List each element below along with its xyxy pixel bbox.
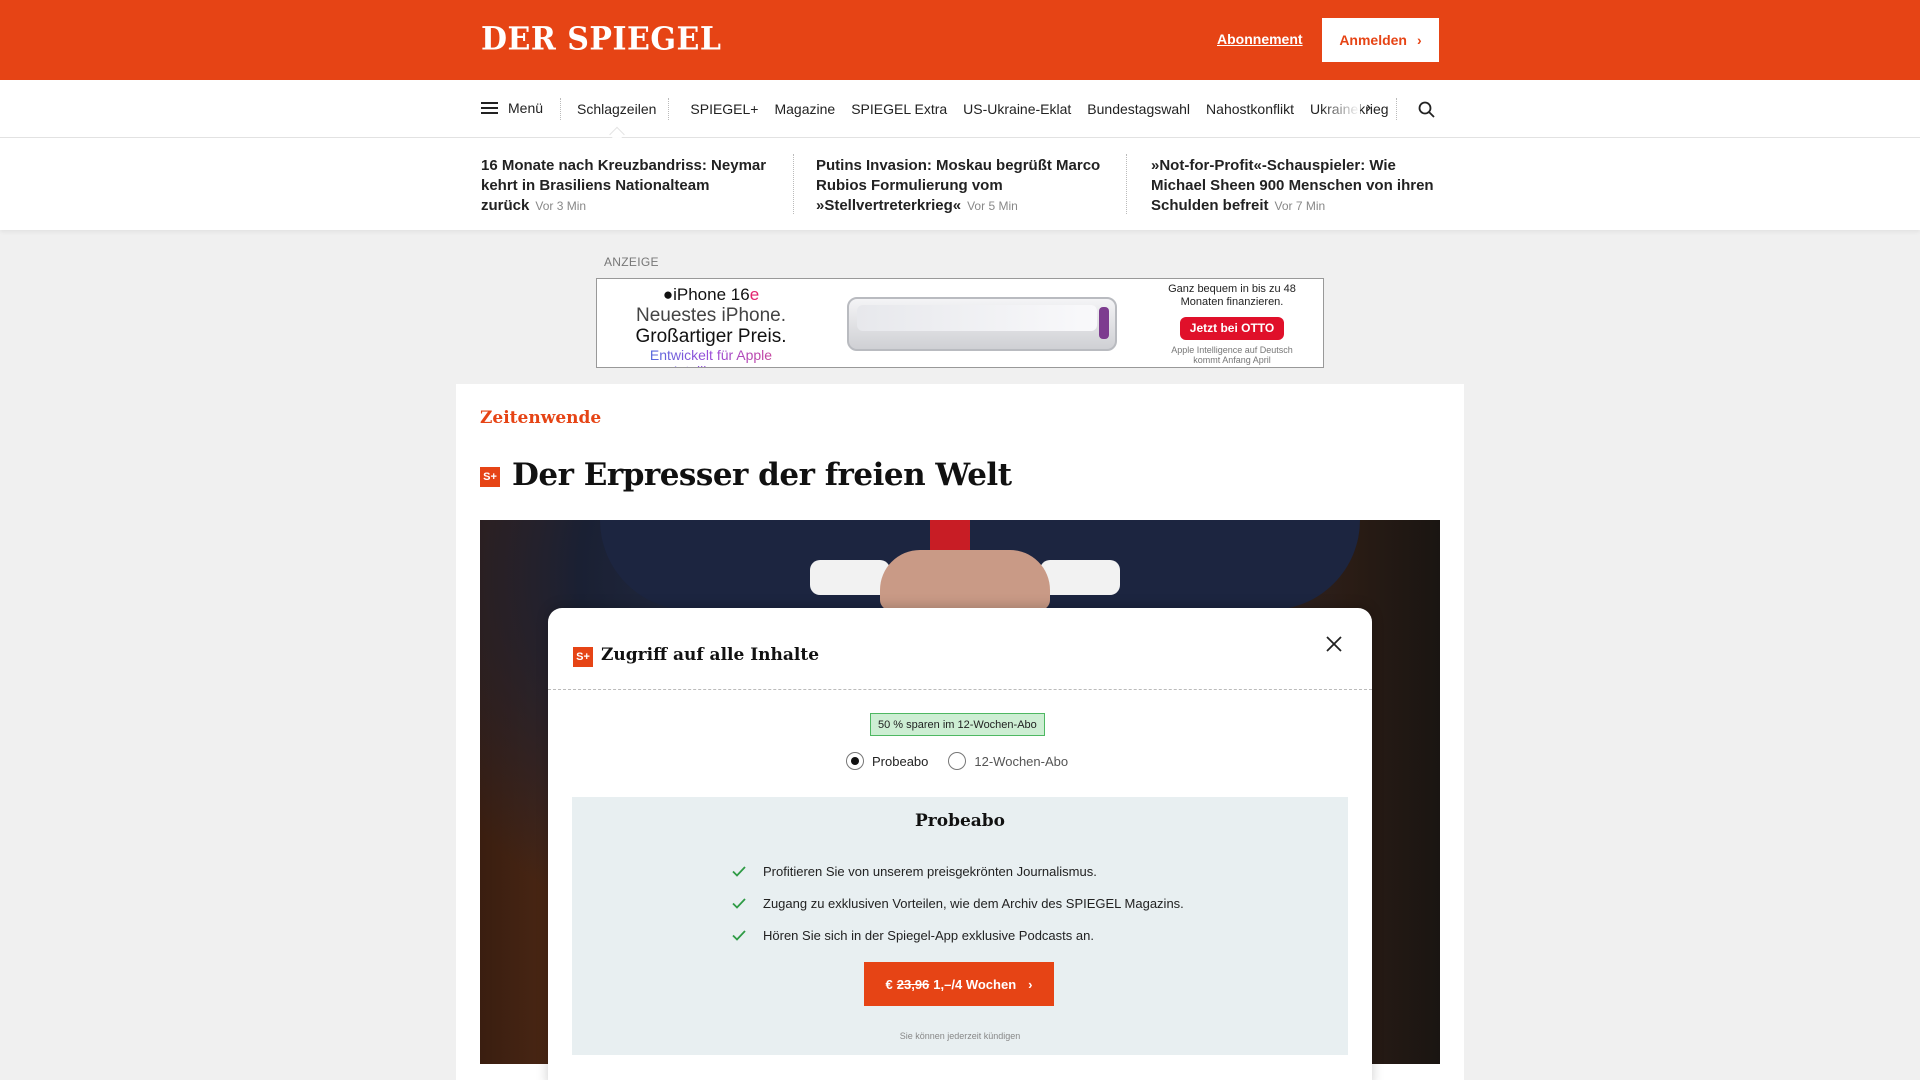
feature-text: Zugang zu exklusiven Vorteilen, wie dem … [763, 895, 1184, 911]
nav-divider [560, 98, 561, 120]
check-icon [732, 865, 746, 877]
ad-otto-button[interactable]: Jetzt bei OTTO [1179, 317, 1285, 340]
ad-banner[interactable]: ●iPhone 16e Neuestes iPhone. Großartiger… [596, 278, 1324, 368]
plan-selector: Probeabo 12-Wochen-Abo [846, 752, 1088, 770]
ad-text-block: ●iPhone 16e Neuestes iPhone. Großartiger… [611, 285, 811, 367]
search-icon[interactable] [1418, 101, 1435, 118]
spiegel-plus-icon: S+ [573, 647, 593, 667]
main-nav: Menü Schlagzeilen SPIEGEL+ Magazine SPIE… [0, 80, 1920, 138]
cancel-note: Sie können jederzeit kündigen [899, 1031, 1021, 1041]
radio-12-wochen-abo[interactable]: 12-Wochen-Abo [948, 752, 1068, 770]
nav-item-us-ukraine[interactable]: US-Ukraine-Eklat [963, 101, 1071, 117]
check-icon [732, 929, 746, 941]
savings-badge: 50 % sparen im 12-Wochen-Abo [870, 713, 1045, 736]
feature-text: Profitieren Sie von unserem preisgekrönt… [763, 863, 1097, 879]
radio-button-checked[interactable] [846, 752, 864, 770]
hamburger-icon [481, 101, 498, 115]
subscription-link[interactable]: Abonnement [1217, 31, 1303, 47]
headline-title: Putins Invasion: Moskau begrüßt Marco Ru… [816, 157, 1101, 214]
headline-time: Vor 5 Min [967, 199, 1018, 213]
modal-title: Zugriff auf alle Inhalte [601, 645, 820, 665]
check-icon [732, 897, 746, 909]
menu-label: Menü [508, 100, 544, 116]
ad-model: ●iPhone 16e [611, 285, 811, 305]
apple-logo-icon: ● [662, 285, 674, 304]
subscribe-button[interactable]: € 23,96 1,–/4 Wochen › [864, 962, 1054, 1006]
login-button-label: Anmelden [1339, 32, 1407, 48]
paywall-modal: S+ Zugriff auf alle Inhalte 50 % sparen … [548, 608, 1372, 1080]
feature-item: Zugang zu exklusiven Vorteilen, wie dem … [732, 887, 1184, 919]
nav-item-schlagzeilen[interactable]: Schlagzeilen [577, 101, 656, 117]
nav-item-spiegel-extra[interactable]: SPIEGEL Extra [851, 101, 947, 117]
cta-old-price: 23,96 [896, 976, 930, 992]
feature-item: Hören Sie sich in der Spiegel-App exklus… [732, 919, 1184, 951]
radio-label: 12-Wochen-Abo [974, 753, 1069, 769]
nav-item-spiegel-plus[interactable]: SPIEGEL+ [690, 101, 758, 117]
nav-divider [1396, 98, 1397, 120]
nav-item-nahostkonflikt[interactable]: Nahostkonflikt [1206, 101, 1294, 117]
headline-ticker: 16 Monate nach Kreuzbandriss: Neymar keh… [0, 138, 1920, 230]
headline-item[interactable]: Putins Invasion: Moskau begrüßt Marco Ru… [816, 156, 1116, 216]
radio-label: Probeabo [872, 753, 929, 769]
ad-line-1: Neuestes iPhone. [636, 305, 786, 326]
chevron-right-icon: › [1417, 32, 1422, 48]
radio-probeabo[interactable]: Probeabo [846, 752, 928, 770]
nav-item-bundestagswahl[interactable]: Bundestagswahl [1087, 101, 1190, 117]
headline-time: Vor 7 Min [1274, 199, 1326, 213]
nav-items: Schlagzeilen SPIEGEL+ Magazine SPIEGEL E… [577, 101, 1405, 117]
top-header: DER SPIEGEL Abonnement Anmelden › [0, 0, 1920, 80]
ad-phone-image [847, 297, 1117, 351]
headline-time: Vor 3 Min [535, 199, 587, 213]
feature-item: Profitieren Sie von unserem preisgekrönt… [732, 855, 1184, 887]
cta-currency: € [885, 976, 893, 992]
nav-item-magazine[interactable]: Magazine [774, 101, 835, 117]
ad-line-2: Großartiger Preis. [635, 326, 787, 347]
spiegel-logo[interactable]: DER SPIEGEL [481, 21, 721, 58]
close-icon[interactable] [1324, 634, 1344, 654]
feature-text: Hören Sie sich in der Spiegel-App exklus… [763, 927, 1094, 943]
headline-title: 16 Monate nach Kreuzbandriss: Neymar keh… [481, 157, 767, 214]
nav-fade [1320, 80, 1360, 137]
article-title: Der Erpresser der freien Welt [512, 457, 1012, 493]
spiegel-plus-icon: S+ [480, 467, 500, 487]
plan-title: Probeabo [914, 811, 1006, 831]
ad-ai-line: Entwickelt für Apple Intelligence. [611, 347, 811, 367]
feature-list: Profitieren Sie von unserem preisgekrönt… [732, 855, 1184, 951]
login-button[interactable]: Anmelden › [1322, 18, 1439, 62]
nav-scroll-right-icon[interactable]: › [1366, 99, 1371, 117]
ad-model-prefix: iPhone 16 [673, 285, 750, 304]
ad-model-suffix: e [749, 285, 760, 304]
cta-new-price: 1,–/4 Wochen [933, 976, 1017, 992]
nav-divider [668, 98, 669, 120]
plan-details: Probeabo Profitieren Sie von unserem pre… [572, 797, 1348, 1055]
headline-item[interactable]: »Not-for-Profit«-Schauspieler: Wie Micha… [1151, 156, 1441, 216]
modal-header: S+ Zugriff auf alle Inhalte [548, 608, 1372, 690]
radio-button[interactable] [948, 752, 967, 770]
menu-button[interactable]: Menü [481, 100, 543, 116]
ad-note: Apple Intelligence auf Deutsch kommt Anf… [1171, 345, 1293, 365]
chevron-right-icon: › [1028, 976, 1033, 992]
headline-divider [793, 154, 794, 214]
ad-right-block: Ganz bequem in bis zu 48 Monaten finanzi… [1157, 283, 1307, 365]
headline-divider [1126, 154, 1127, 214]
headline-item[interactable]: 16 Monate nach Kreuzbandriss: Neymar keh… [481, 156, 771, 216]
article-kicker[interactable]: Zeitenwende [480, 408, 601, 428]
ad-finance-text: Ganz bequem in bis zu 48 Monaten finanzi… [1168, 283, 1296, 308]
ad-label: ANZEIGE [604, 255, 659, 269]
